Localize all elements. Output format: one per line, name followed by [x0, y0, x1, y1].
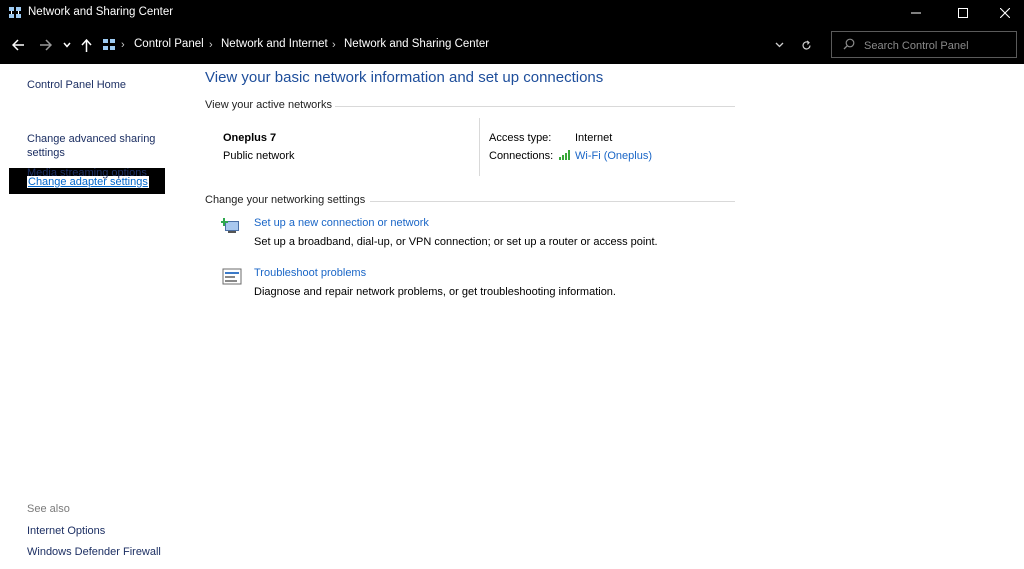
troubleshoot-problems-link[interactable]: Troubleshoot problems — [254, 267, 366, 279]
windows-defender-firewall-link[interactable]: Windows Defender Firewall — [27, 545, 187, 559]
close-button[interactable] — [982, 0, 1024, 26]
up-arrow-icon — [80, 38, 92, 52]
troubleshoot-problems-description: Diagnose and repair network problems, or… — [254, 286, 616, 298]
network-info-divider — [479, 118, 480, 176]
breadcrumb-network-and-sharing-center[interactable]: Network and Sharing Center — [344, 38, 489, 50]
change-advanced-sharing-settings-link[interactable]: Change advanced sharing settings — [27, 132, 157, 160]
refresh-button[interactable] — [798, 37, 814, 53]
change-networking-settings-heading: Change your networking settings — [205, 194, 366, 206]
network-center-icon — [9, 7, 21, 18]
main-pane: View your basic network information and … — [190, 64, 1024, 569]
left-pane: Control Panel Home Change adapter settin… — [0, 64, 190, 569]
wifi-connection-link[interactable]: Wi-Fi (Oneplus) — [559, 150, 652, 162]
search-input[interactable] — [862, 35, 1016, 56]
access-type-label: Access type: — [489, 132, 552, 144]
control-panel-home-link[interactable]: Control Panel Home — [27, 78, 177, 92]
setup-new-connection-link[interactable]: Set up a new connection or network — [254, 217, 429, 229]
breadcrumb-separator-icon: › — [332, 39, 336, 51]
internet-options-link[interactable]: Internet Options — [27, 524, 177, 538]
troubleshoot-icon — [222, 268, 242, 285]
maximize-icon — [958, 8, 968, 18]
access-type-value: Internet — [575, 132, 613, 144]
wifi-connection-label: Wi-Fi (Oneplus) — [575, 150, 653, 162]
minimize-button[interactable] — [893, 0, 939, 26]
breadcrumb-control-panel[interactable]: Control Panel — [134, 38, 204, 50]
search-box[interactable] — [831, 31, 1017, 58]
wifi-signal-icon — [559, 150, 570, 160]
chevron-down-icon — [63, 42, 71, 48]
close-icon — [1000, 8, 1010, 18]
connections-label: Connections: — [489, 150, 554, 162]
page-title: View your basic network information and … — [205, 69, 604, 86]
back-button[interactable] — [8, 34, 28, 56]
search-icon — [843, 38, 855, 50]
maximize-button[interactable] — [940, 0, 986, 26]
control-panel-icon — [103, 39, 115, 50]
recent-locations-button[interactable] — [60, 34, 74, 56]
window-title: Network and Sharing Center — [28, 6, 174, 18]
address-bar: › Control Panel › Network and Internet ›… — [0, 26, 1024, 64]
setup-new-connection-description: Set up a broadband, dial-up, or VPN conn… — [254, 236, 658, 248]
see-also-heading: See also — [27, 503, 70, 515]
address-field[interactable]: › Control Panel › Network and Internet ›… — [95, 31, 822, 58]
address-dropdown-button[interactable] — [772, 38, 786, 52]
breadcrumb-separator-icon: › — [121, 39, 125, 51]
network-type-link[interactable]: Public network — [223, 150, 295, 162]
forward-button[interactable] — [35, 34, 55, 56]
back-arrow-icon — [11, 39, 24, 51]
forward-arrow-icon — [39, 39, 52, 51]
new-connection-icon — [221, 218, 239, 233]
minimize-icon — [911, 12, 921, 14]
breadcrumb-network-and-internet[interactable]: Network and Internet — [221, 38, 328, 50]
section-divider — [370, 201, 735, 202]
network-name: Oneplus 7 — [223, 132, 277, 144]
up-button[interactable] — [77, 34, 95, 56]
section-divider — [335, 106, 735, 107]
media-streaming-options-link[interactable]: Media streaming options — [27, 166, 177, 180]
chevron-down-icon — [775, 42, 783, 48]
title-bar: Network and Sharing Center — [0, 0, 1024, 26]
active-networks-heading: View your active networks — [205, 99, 332, 111]
breadcrumb-separator-icon: › — [209, 39, 213, 51]
refresh-icon — [801, 40, 811, 49]
